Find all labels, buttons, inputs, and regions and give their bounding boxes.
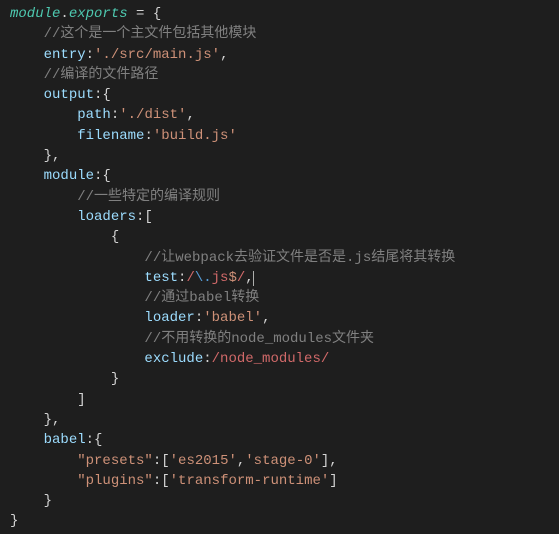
prop-plugins: "plugins" [77, 473, 153, 489]
comment-output-path: //编译的文件路径 [44, 67, 159, 83]
val-transform-runtime: 'transform-runtime' [170, 473, 330, 489]
val-entry: './src/main.js' [94, 47, 220, 63]
val-loader: 'babel' [203, 310, 262, 326]
prop-module: module [44, 168, 94, 184]
token-module: module [10, 6, 60, 22]
comment-babel: //通过babel转换 [144, 290, 259, 306]
prop-entry: entry [44, 47, 86, 63]
comment-exclude: //不用转换的node_modules文件夹 [144, 331, 374, 347]
val-filename: 'build.js' [153, 128, 237, 144]
val-exclude: /node_modules/ [212, 351, 330, 367]
regex-anchor: $ [228, 270, 236, 286]
prop-exclude: exclude [144, 351, 203, 367]
val-stage0: 'stage-0' [245, 453, 321, 469]
regex-escape: \. [195, 270, 212, 286]
cursor [253, 271, 254, 286]
prop-output: output [44, 87, 94, 103]
val-es2015: 'es2015' [170, 453, 237, 469]
val-path: './dist' [119, 107, 186, 123]
comment-main-file: //这个是一个主文件包括其他模块 [44, 26, 257, 42]
prop-loaders: loaders [77, 209, 136, 225]
regex-js: js [212, 270, 229, 286]
prop-presets: "presets" [77, 453, 153, 469]
regex-delim: / [186, 270, 194, 286]
prop-test: test [144, 270, 178, 286]
code-editor[interactable]: module.exports = { //这个是一个主文件包括其他模块 entr… [10, 4, 549, 532]
prop-babel: babel [44, 432, 86, 448]
prop-path: path [77, 107, 111, 123]
prop-loader: loader [144, 310, 194, 326]
comment-webpack-validate: //让webpack去验证文件是否是.js结尾将其转换 [144, 250, 455, 266]
comment-rules: //一些特定的编译规则 [77, 189, 220, 205]
token-assign: = { [128, 6, 162, 22]
token-dot: . [60, 6, 68, 22]
prop-filename: filename [77, 128, 144, 144]
token-exports: exports [69, 6, 128, 22]
